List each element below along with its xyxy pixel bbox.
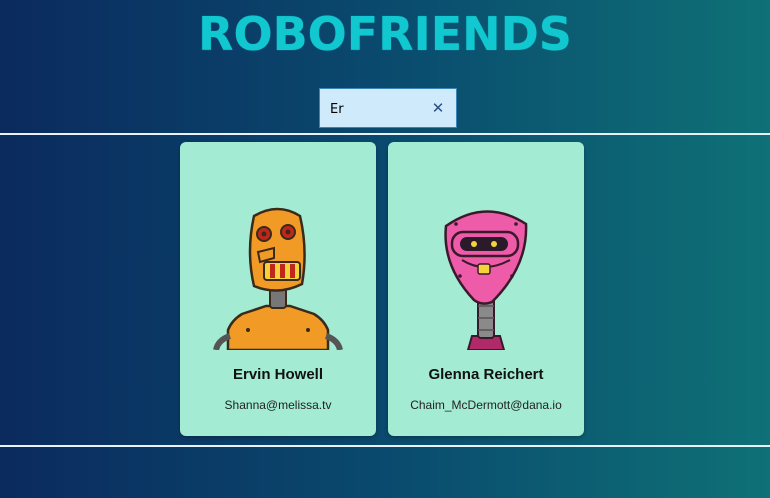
close-icon[interactable]: ✕ bbox=[430, 98, 446, 118]
robot-email: Chaim_McDermott@dana.io bbox=[410, 398, 562, 412]
pink-robot-avatar bbox=[444, 210, 528, 350]
app-title: ROBOFRIENDS bbox=[198, 7, 572, 61]
search-box[interactable]: ✕ bbox=[319, 88, 457, 128]
search-input[interactable] bbox=[330, 99, 430, 119]
divider-top bbox=[0, 133, 770, 135]
divider-bottom bbox=[0, 445, 770, 447]
robot-card[interactable]: Glenna Reichert Chaim_McDermott@dana.io bbox=[388, 142, 584, 436]
orange-robot-avatar bbox=[213, 207, 343, 350]
robot-card[interactable]: Ervin Howell Shanna@melissa.tv bbox=[180, 142, 376, 436]
robot-name: Glenna Reichert bbox=[428, 366, 544, 383]
robot-email: Shanna@melissa.tv bbox=[224, 398, 332, 412]
robot-name: Ervin Howell bbox=[232, 366, 324, 383]
